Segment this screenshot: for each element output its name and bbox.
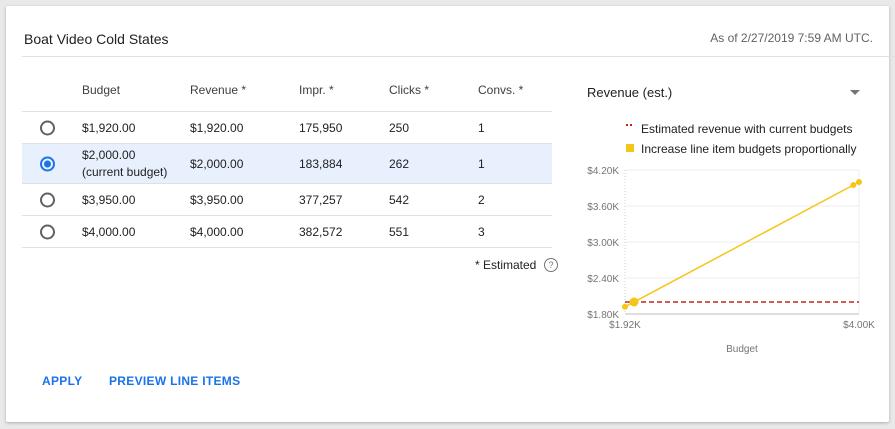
conversions-value: 1 xyxy=(478,120,485,135)
column-header-budget: Budget xyxy=(82,83,121,97)
table-header-row: Budget Revenue * Impr. * Clicks * Convs.… xyxy=(22,71,552,112)
as-of-timestamp: As of 2/27/2019 7:59 AM UTC. xyxy=(710,31,873,45)
legend-swatch-proportional xyxy=(626,144,634,152)
impressions-value: 175,950 xyxy=(299,120,343,135)
revenue-value: $2,000.00 xyxy=(190,156,244,171)
revenue-value: $4,000.00 xyxy=(190,224,244,239)
budget-table: Budget Revenue * Impr. * Clicks * Convs.… xyxy=(22,71,552,248)
table-row[interactable]: $3,950.00 $3,950.00 377,257 542 2 xyxy=(22,184,552,216)
clicks-value: 551 xyxy=(389,224,410,239)
estimated-footnote: * Estimated xyxy=(475,258,537,272)
impressions-value: 382,572 xyxy=(299,224,343,239)
data-point xyxy=(856,179,862,185)
x-tick-label: $4.00K xyxy=(843,320,875,331)
data-point xyxy=(622,303,628,310)
budget-radio-3[interactable] xyxy=(40,192,55,207)
column-header-impressions: Impr. * xyxy=(299,83,334,97)
y-tick-label: $3.00K xyxy=(587,238,619,249)
budget-value: $1,920.00 xyxy=(82,120,136,135)
conversions-value: 3 xyxy=(478,224,485,239)
help-circle-icon[interactable]: ? xyxy=(544,258,558,272)
column-header-conversions: Convs. * xyxy=(478,83,524,97)
conversions-value: 2 xyxy=(478,192,485,207)
revenue-value: $3,950.00 xyxy=(190,192,244,207)
budget-value: $3,950.00 xyxy=(82,192,136,207)
metric-dropdown-value: Revenue (est.) xyxy=(587,85,673,100)
header-divider xyxy=(22,56,895,57)
x-tick-label: $1.92K xyxy=(609,320,641,331)
column-header-revenue: Revenue * xyxy=(190,83,247,97)
y-tick-label: $2.40K xyxy=(587,274,619,285)
y-tick-label: $3.60K xyxy=(587,202,619,213)
clicks-value: 262 xyxy=(389,156,410,171)
revenue-chart: $4.20K$3.60K$3.00K$2.40K$1.80K$1.92K $4.0… xyxy=(587,166,875,355)
legend-swatch-current xyxy=(626,124,632,128)
table-row[interactable]: $4,000.00 $4,000.00 382,572 551 3 xyxy=(22,216,552,248)
impressions-value: 377,257 xyxy=(299,192,343,207)
budget-radio-2[interactable] xyxy=(40,156,55,171)
column-header-clicks: Clicks * xyxy=(389,83,430,97)
impressions-value: 183,884 xyxy=(299,156,343,171)
revenue-value: $1,920.00 xyxy=(190,120,244,135)
legend-label-proportional: Increase line item budgets proportionall… xyxy=(641,142,857,156)
budget-value-current: $2,000.00 (current budget) xyxy=(82,147,167,181)
budget-value: $4,000.00 xyxy=(82,224,136,239)
clicks-value: 250 xyxy=(389,120,410,135)
apply-button[interactable]: APPLY xyxy=(42,374,82,388)
table-row-selected[interactable]: $2,000.00 (current budget) $2,000.00 183… xyxy=(22,144,552,184)
data-point xyxy=(629,297,639,307)
budget-radio-4[interactable] xyxy=(40,224,55,239)
legend-label-current: Estimated revenue with current budgets xyxy=(641,122,853,136)
chevron-down-icon xyxy=(850,90,860,95)
conversions-value: 1 xyxy=(478,156,485,171)
metric-dropdown[interactable]: Revenue (est.) xyxy=(587,85,862,103)
budget-radio-1[interactable] xyxy=(40,120,55,135)
table-row[interactable]: $1,920.00 $1,920.00 175,950 250 1 xyxy=(22,112,552,144)
x-axis-label: Budget xyxy=(726,344,758,355)
card-title: Boat Video Cold States xyxy=(24,31,169,47)
y-tick-label: $4.20K xyxy=(587,166,619,177)
current-budget-label: (current budget) xyxy=(82,164,168,179)
data-point xyxy=(850,182,857,188)
preview-line-items-button[interactable]: PREVIEW LINE ITEMS xyxy=(109,374,240,388)
budget-value: $2,000.00 xyxy=(82,147,136,162)
series-line-proportional xyxy=(624,181,860,308)
clicks-value: 542 xyxy=(389,192,410,207)
